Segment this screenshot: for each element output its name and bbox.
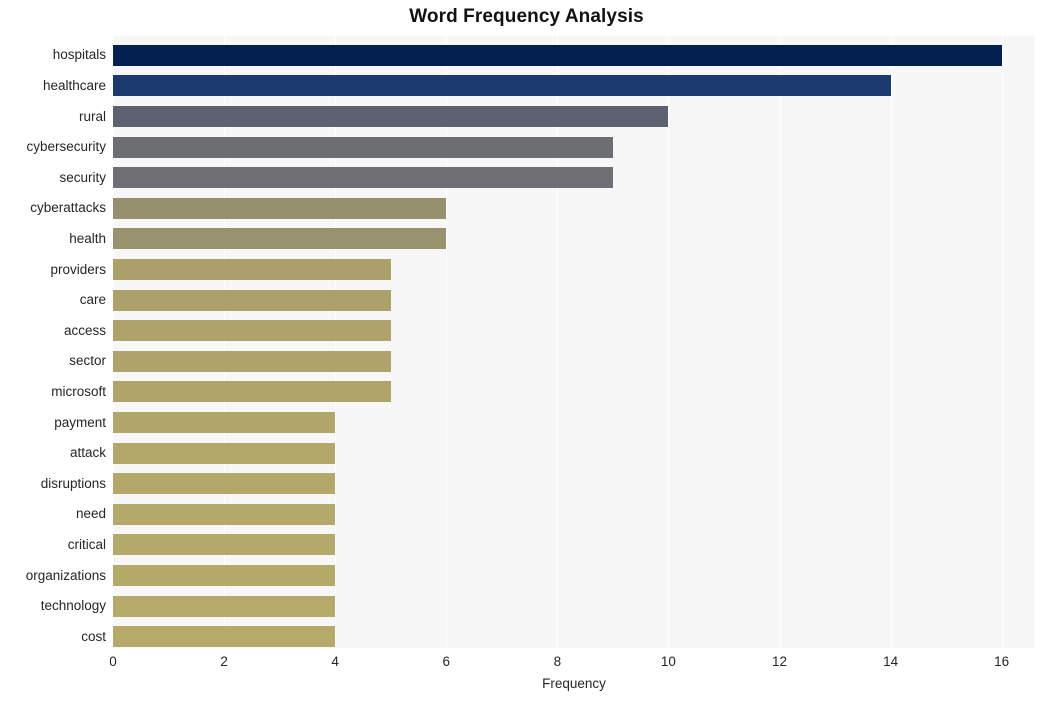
y-tick-label: security bbox=[59, 169, 106, 185]
y-tick-label: critical bbox=[67, 536, 106, 552]
bar bbox=[113, 106, 669, 127]
bar bbox=[113, 442, 336, 464]
y-tick-label: technology bbox=[40, 598, 106, 614]
x-tick-label: 6 bbox=[442, 654, 451, 669]
bar bbox=[113, 197, 447, 219]
y-axis-tick-labels: hospitals healthcare rural cybersecurity sec… bbox=[0, 36, 106, 648]
y-tick-label: access bbox=[63, 322, 106, 338]
bar bbox=[113, 595, 336, 617]
bar bbox=[113, 320, 391, 342]
y-tick-label: healthcare bbox=[42, 77, 106, 93]
x-tick-label: 2 bbox=[220, 654, 228, 669]
bar bbox=[113, 289, 391, 311]
bar bbox=[113, 44, 1002, 66]
bar bbox=[113, 565, 336, 586]
x-axis-tick-labels: 0 2 4 6 8 10 12 14 16 bbox=[109, 654, 1035, 674]
bar bbox=[113, 350, 391, 372]
bar bbox=[113, 473, 336, 495]
x-tick-label: 0 bbox=[109, 654, 117, 669]
x-tick-label: 4 bbox=[331, 654, 339, 669]
y-tick-label: microsoft bbox=[51, 383, 106, 399]
bar bbox=[113, 534, 336, 556]
y-tick-label: organizations bbox=[25, 567, 106, 583]
x-tick-label: 8 bbox=[553, 654, 562, 669]
y-tick-label: attack bbox=[69, 445, 106, 461]
bar bbox=[113, 75, 891, 97]
plot-area bbox=[113, 36, 1035, 648]
y-tick-label: sector bbox=[69, 353, 106, 369]
bar bbox=[113, 626, 336, 648]
chart-title: Word Frequency Analysis bbox=[409, 6, 644, 27]
x-tick-label: 16 bbox=[994, 654, 1010, 669]
bar bbox=[113, 381, 391, 403]
x-tick-label: 10 bbox=[660, 654, 676, 669]
y-tick-label: need bbox=[75, 506, 106, 522]
y-tick-label: cybersecurity bbox=[26, 139, 106, 155]
y-tick-label: cyberattacks bbox=[30, 200, 106, 216]
bar bbox=[113, 228, 447, 250]
y-tick-label: payment bbox=[54, 414, 106, 430]
y-tick-label: cost bbox=[81, 628, 106, 644]
bar bbox=[113, 167, 613, 189]
y-tick-label: disruptions bbox=[40, 475, 106, 491]
x-tick-label: 14 bbox=[883, 654, 899, 669]
y-tick-label: hospitals bbox=[52, 47, 106, 63]
bar bbox=[113, 259, 391, 280]
word-frequency-bar-chart: Word Frequency Analysis hospitals healthc… bbox=[0, 0, 1053, 701]
y-tick-label: rural bbox=[78, 108, 106, 124]
y-tick-label: health bbox=[69, 230, 106, 246]
bar bbox=[113, 503, 336, 525]
x-axis-title: Frequency bbox=[542, 676, 606, 691]
bar bbox=[113, 136, 613, 158]
y-tick-label: care bbox=[79, 292, 106, 308]
y-tick-label: providers bbox=[50, 261, 106, 277]
bars-container bbox=[113, 36, 1035, 648]
bar bbox=[113, 412, 336, 433]
x-tick-label: 12 bbox=[771, 654, 788, 669]
